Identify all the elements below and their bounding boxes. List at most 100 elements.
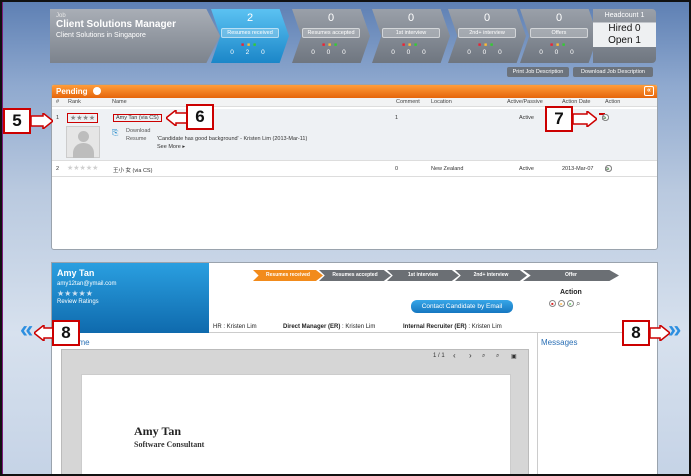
row-comment-count: 1: [395, 115, 399, 121]
candidate-name: Amy Tan: [57, 268, 95, 278]
col-rank[interactable]: Rank: [68, 99, 81, 105]
viewer-toolbar: 1 / 1 ‹ › ⌕ ⌕ ▣: [62, 350, 528, 364]
see-more-link[interactable]: See More ▸: [157, 144, 185, 150]
view-icon[interactable]: ⌕: [576, 300, 580, 308]
row-rank-stars[interactable]: ★★★★: [67, 113, 99, 123]
col-num: #: [56, 99, 60, 105]
direct-manager-value: : Kristen Lim: [340, 324, 376, 330]
stage-status-counts: 0 0 0: [311, 49, 351, 56]
pending-title: Pending: [56, 87, 88, 96]
zoom-out-icon[interactable]: ⌕: [496, 353, 499, 360]
callout-5: 5: [3, 108, 31, 134]
next-candidate-chevron-icon[interactable]: »: [668, 318, 681, 342]
stage-status-counts: 0 0 0: [467, 49, 507, 56]
stage-status-dots: ■■■: [401, 42, 421, 48]
resume-viewer: 1 / 1 ‹ › ⌕ ⌕ ▣ Amy Tan Software Consult…: [61, 349, 529, 475]
col-action-date[interactable]: Action Date: [562, 99, 590, 105]
stage-count: 2: [246, 12, 254, 24]
stage-status-dots: ■■■: [549, 42, 569, 48]
resume-page: Amy Tan Software Consultant: [81, 374, 511, 475]
col-active-passive[interactable]: Active/Passive: [507, 99, 543, 105]
stage-resumes-received[interactable]: 2 Resumes received ■■■ 0 2 0: [211, 9, 289, 63]
resume-title: Software Consultant: [134, 440, 205, 449]
candidate-action-icons: ■ ▸ ▸ ⌕: [549, 300, 580, 308]
direct-manager: Direct Manager (ER) : Kristen Lim: [283, 324, 375, 330]
row-status: Active: [519, 166, 534, 172]
pending-header: Pending «: [52, 85, 657, 98]
print-job-description-button[interactable]: Print Job Description: [507, 67, 569, 77]
stage-offers[interactable]: 0 Offers ■■■ 0 0 0: [520, 9, 598, 63]
stage-label: Offers: [530, 28, 588, 38]
callout-5-arrow: [31, 113, 53, 129]
callout-8-right: 8: [622, 320, 650, 346]
job-subtitle: Client Solutions in Singapore: [56, 32, 146, 39]
open-count: Open 1: [593, 35, 656, 47]
internal-recruiter-label: Internal Recruiter (ER): [403, 324, 467, 330]
callout-8-right-arrow: [650, 325, 670, 341]
stage-count: 0: [407, 12, 415, 24]
col-comment[interactable]: Comment: [396, 99, 420, 105]
job-summary: Job Client Solutions Manager Client Solu…: [50, 9, 220, 63]
resume-name: Amy Tan: [134, 424, 182, 438]
stage-count: 0: [555, 12, 563, 24]
stage-status-counts: 0 0 0: [391, 49, 431, 56]
contact-candidate-button[interactable]: Contact Candidate by Email: [411, 300, 513, 313]
candidate-avatar: [66, 126, 100, 158]
pipeline-step-offer[interactable]: Offer: [523, 270, 619, 281]
row-status: Active: [519, 115, 534, 121]
row-rank-stars[interactable]: ★★★★★: [67, 164, 98, 172]
stage-status-counts: 0 2 0: [230, 49, 270, 56]
stage-status-dots: ■■■: [240, 42, 260, 48]
stage-count: 0: [327, 12, 335, 24]
row-candidate-name[interactable]: 王小 女 (via CS): [113, 166, 152, 174]
callout-6: 6: [186, 104, 214, 130]
stage-label: 2nd+ interview: [458, 28, 516, 38]
stage-resumes-accepted[interactable]: 0 Resumes accepted ■■■ 0 0 0: [292, 9, 370, 63]
reject-icon[interactable]: ■: [549, 300, 556, 307]
row-comment-count: 0: [395, 166, 399, 172]
pipeline-step-resumes-received[interactable]: Resumes received: [253, 270, 323, 281]
messages-panel: Messages: [537, 333, 657, 475]
stage-label: Resumes accepted: [302, 28, 360, 38]
callout-7: 7: [545, 106, 573, 132]
download-job-description-button[interactable]: Download Job Description: [573, 67, 653, 77]
pipeline-step-1st-interview[interactable]: 1st interview: [387, 270, 459, 281]
internal-recruiter: Internal Recruiter (ER) : Kristen Lim: [403, 324, 502, 330]
stage-status-counts: 0 0 0: [539, 49, 579, 56]
internal-recruiter-value: : Kristen Lim: [466, 324, 502, 330]
view-icon[interactable]: ⌕: [605, 165, 609, 173]
pipeline-step-2nd-interview[interactable]: 2nd+ interview: [455, 270, 527, 281]
candidate-email[interactable]: amy12tan@ymail.com: [57, 281, 204, 287]
view-icon[interactable]: ⌕: [602, 114, 606, 122]
callout-6-arrow: [166, 110, 188, 126]
candidate-rating-stars[interactable]: ★★★★★: [57, 289, 204, 298]
job-title: Client Solutions Manager: [56, 19, 177, 30]
pipeline-step-resumes-accepted[interactable]: Resumes accepted: [319, 270, 391, 281]
advance-icon[interactable]: ▸: [567, 300, 574, 307]
row-num: 1: [56, 115, 60, 121]
stage-status-dots: ■■■: [477, 42, 497, 48]
stage-1st-interview[interactable]: 0 1st interview ■■■ 0 0 0: [372, 9, 450, 63]
row-candidate-name[interactable]: Amy Tan (via CS): [113, 114, 162, 122]
stage-status-dots: ■■■: [321, 42, 341, 48]
stage-label: 1st interview: [382, 28, 440, 38]
col-location[interactable]: Location: [431, 99, 452, 105]
col-action: Action: [605, 99, 621, 105]
candidate-detail-panel: Amy Tan amy12tan@ymail.com ★★★★★ Review …: [51, 262, 658, 476]
prev-candidate-chevron-icon[interactable]: «: [20, 318, 33, 342]
download-link[interactable]: Download: [126, 128, 150, 134]
prev-page-button[interactable]: ‹: [453, 351, 456, 360]
stage-2nd-interview[interactable]: 0 2nd+ interview ■■■ 0 0 0: [448, 9, 526, 63]
print-icon[interactable]: ▣: [511, 353, 517, 360]
table-row[interactable]: 2 ★★★★★ 王小 女 (via CS) 0 New Zealand Acti…: [52, 163, 657, 177]
hold-icon[interactable]: ▸: [558, 300, 565, 307]
col-name[interactable]: Name: [112, 99, 127, 105]
collapse-button[interactable]: «: [644, 86, 654, 96]
hr-contact: HR : Kristen Lim: [213, 324, 257, 330]
review-ratings-link[interactable]: Review Ratings: [57, 299, 204, 305]
pending-count-icon: [92, 87, 101, 95]
resume-link[interactable]: Resume: [126, 136, 146, 142]
download-resume-icon[interactable]: ⎘: [112, 128, 118, 138]
zoom-in-icon[interactable]: ⌕: [482, 353, 485, 360]
next-page-button[interactable]: ›: [469, 351, 472, 360]
